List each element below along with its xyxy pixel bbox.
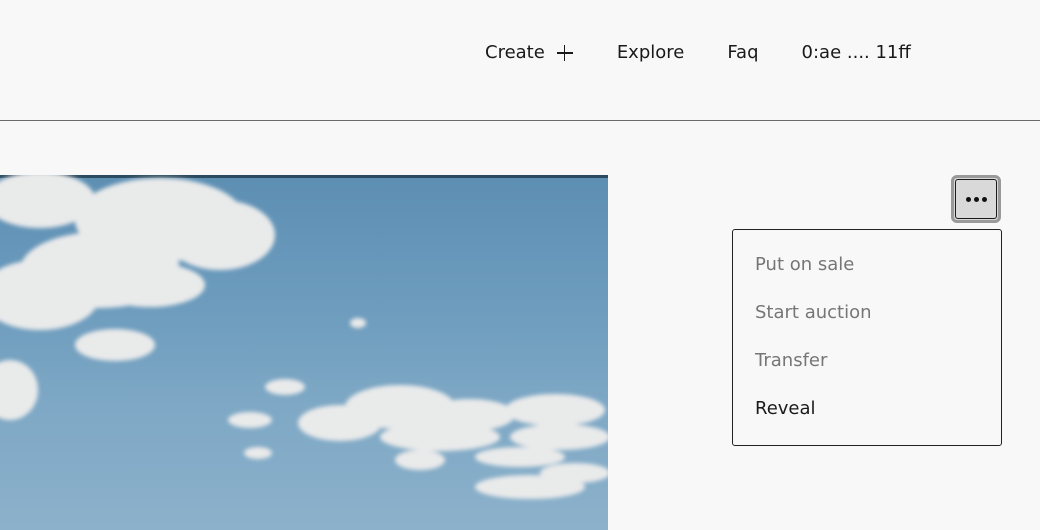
more-options-menu: Put on sale Start auction Transfer Revea… <box>732 229 1002 446</box>
wallet-address: 0:ae .... 11ff <box>801 42 911 63</box>
wallet-address-button[interactable]: 0:ae .... 11ff <box>802 38 911 68</box>
more-options-button[interactable] <box>951 175 1001 223</box>
plus-icon <box>556 45 573 61</box>
menu-item-put-on-sale[interactable]: Put on sale <box>733 249 1001 297</box>
faq-link[interactable]: Faq <box>727 38 758 68</box>
explore-label: Explore <box>616 42 685 63</box>
main-nav: Create Explore Faq 0:ae .... 11ff <box>485 38 911 68</box>
nft-image <box>0 175 608 530</box>
create-label: Create <box>485 42 545 63</box>
menu-item-reveal[interactable]: Reveal <box>733 393 1001 441</box>
more-dots-icon <box>965 196 987 202</box>
menu-item-start-auction[interactable]: Start auction <box>733 297 1001 345</box>
explore-link[interactable]: Explore <box>617 38 685 68</box>
faq-label: Faq <box>727 42 759 63</box>
top-navigation-bar: Create Explore Faq 0:ae .... 11ff <box>0 0 1040 121</box>
cloud-sky-illustration <box>0 175 608 499</box>
menu-item-transfer[interactable]: Transfer <box>733 345 1001 393</box>
create-button[interactable]: Create <box>485 38 573 68</box>
